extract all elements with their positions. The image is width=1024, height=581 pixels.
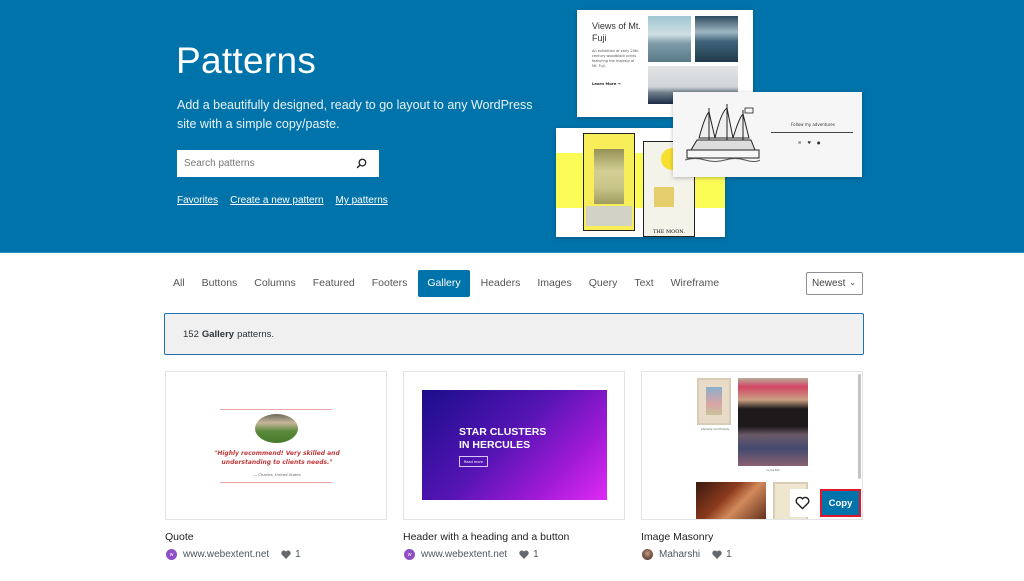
mail-icon: ✉ — [798, 140, 802, 145]
social-icons: ✉ ♥ ● — [798, 140, 820, 145]
fuji-image — [648, 16, 691, 62]
avatar: w — [404, 549, 415, 560]
banner-heading: STAR CLUSTERS IN HERCULES — [459, 426, 547, 451]
category-tabs: All Buttons Columns Featured Footers Gal… — [167, 270, 730, 297]
tarot-card-label: THE MOON. — [653, 229, 685, 235]
preview-scrollbar[interactable] — [858, 374, 861, 479]
page-title: Patterns — [176, 40, 317, 81]
preview-fuji-link: Learn More → — [592, 81, 621, 86]
preview-ship-title: Follow my adventures — [791, 122, 835, 127]
hero-links: Favorites Create a new pattern My patter… — [177, 195, 388, 206]
preview-fuji-title: Views of Mt. Fuji — [592, 21, 641, 43]
tab-footers[interactable]: Footers — [366, 270, 414, 297]
tarot-card — [583, 133, 635, 231]
gradient-banner: STAR CLUSTERS IN HERCULES Read more — [422, 390, 607, 500]
banner-button: Read more — [459, 456, 488, 467]
results-notice: 152 Gallery patterns. — [164, 313, 864, 355]
pattern-title[interactable]: Image Masonry — [641, 531, 713, 543]
image-caption: Lucille Ball — [766, 469, 780, 472]
testimonial-byline: — Charles, United States — [253, 472, 301, 477]
tab-images[interactable]: Images — [531, 270, 577, 297]
testimonial-photo — [255, 414, 298, 443]
likes-count: 1 — [295, 549, 301, 560]
favorites-link[interactable]: Favorites — [177, 195, 218, 206]
fuji-image — [695, 16, 738, 62]
pattern-title[interactable]: Header with a heading and a button — [403, 531, 569, 543]
favorite-button[interactable] — [790, 489, 815, 517]
pattern-meta: w www.webextent.net 1 — [404, 549, 539, 560]
preview-ship: Follow my adventures ✉ ♥ ● — [673, 92, 862, 177]
likes: 1 — [519, 549, 539, 560]
tab-query[interactable]: Query — [583, 270, 624, 297]
likes-count: 1 — [533, 549, 539, 560]
likes-count: 1 — [726, 549, 732, 560]
testimonial-quote: "Highly recommend! Very skilled and unde… — [214, 450, 340, 466]
gallery-image — [697, 378, 731, 425]
twitter-icon: ♥ — [807, 140, 811, 145]
heart-icon — [519, 550, 529, 559]
pattern-author[interactable]: Maharshi — [659, 549, 700, 560]
tab-text[interactable]: Text — [628, 270, 659, 297]
pattern-preview-header[interactable]: STAR CLUSTERS IN HERCULES Read more — [403, 371, 625, 520]
tab-headers[interactable]: Headers — [475, 270, 527, 297]
pattern-preview-quote[interactable]: "Highly recommend! Very skilled and unde… — [165, 371, 387, 520]
divider — [220, 482, 332, 483]
hero-description: Add a beautifully designed, ready to go … — [177, 98, 533, 131]
search-box — [177, 150, 379, 177]
pattern-preview-image-masonry[interactable]: Liberality and Modesty Lucille Ball Copy — [641, 371, 863, 520]
hero-banner: Patterns Add a beautifully designed, rea… — [0, 0, 1024, 253]
sort-selected-value: Newest — [812, 278, 846, 289]
facebook-icon: ● — [816, 140, 821, 145]
tab-buttons[interactable]: Buttons — [196, 270, 244, 297]
pattern-meta: Maharshi 1 — [642, 549, 732, 560]
divider — [220, 409, 332, 410]
tab-featured[interactable]: Featured — [307, 270, 361, 297]
heart-outline-icon — [795, 496, 810, 510]
tab-all[interactable]: All — [167, 270, 191, 297]
likes: 1 — [281, 549, 301, 560]
sort-select[interactable]: Newest ⌄ — [806, 272, 863, 295]
heart-icon — [281, 550, 291, 559]
search-button[interactable] — [347, 150, 375, 177]
avatar — [642, 549, 653, 560]
search-icon — [356, 158, 366, 169]
heart-icon — [712, 550, 722, 559]
tab-gallery[interactable]: Gallery — [418, 270, 470, 297]
results-suffix: patterns. — [237, 328, 275, 340]
create-pattern-link[interactable]: Create a new pattern — [230, 195, 323, 206]
results-category: Gallery — [201, 328, 235, 340]
pattern-author[interactable]: www.webextent.net — [183, 549, 269, 560]
search-input[interactable] — [177, 150, 347, 177]
pattern-author[interactable]: www.webextent.net — [421, 549, 507, 560]
tab-columns[interactable]: Columns — [248, 270, 301, 297]
my-patterns-link[interactable]: My patterns — [336, 195, 388, 206]
pattern-meta: w www.webextent.net 1 — [166, 549, 301, 560]
divider — [771, 132, 853, 133]
pattern-title[interactable]: Quote — [165, 531, 194, 543]
chevron-down-icon: ⌄ — [849, 278, 856, 287]
gallery-image — [696, 482, 766, 519]
avatar: w — [166, 549, 177, 560]
image-caption: Liberality and Modesty — [700, 428, 730, 431]
gallery-image — [738, 378, 808, 466]
likes: 1 — [712, 549, 732, 560]
tab-wireframe[interactable]: Wireframe — [665, 270, 725, 297]
results-count: 152 — [183, 328, 199, 340]
ship-illustration — [685, 104, 760, 162]
preview-fuji-text: An exhibition of early 20th century wood… — [592, 49, 639, 68]
copy-button[interactable]: Copy — [820, 489, 861, 517]
